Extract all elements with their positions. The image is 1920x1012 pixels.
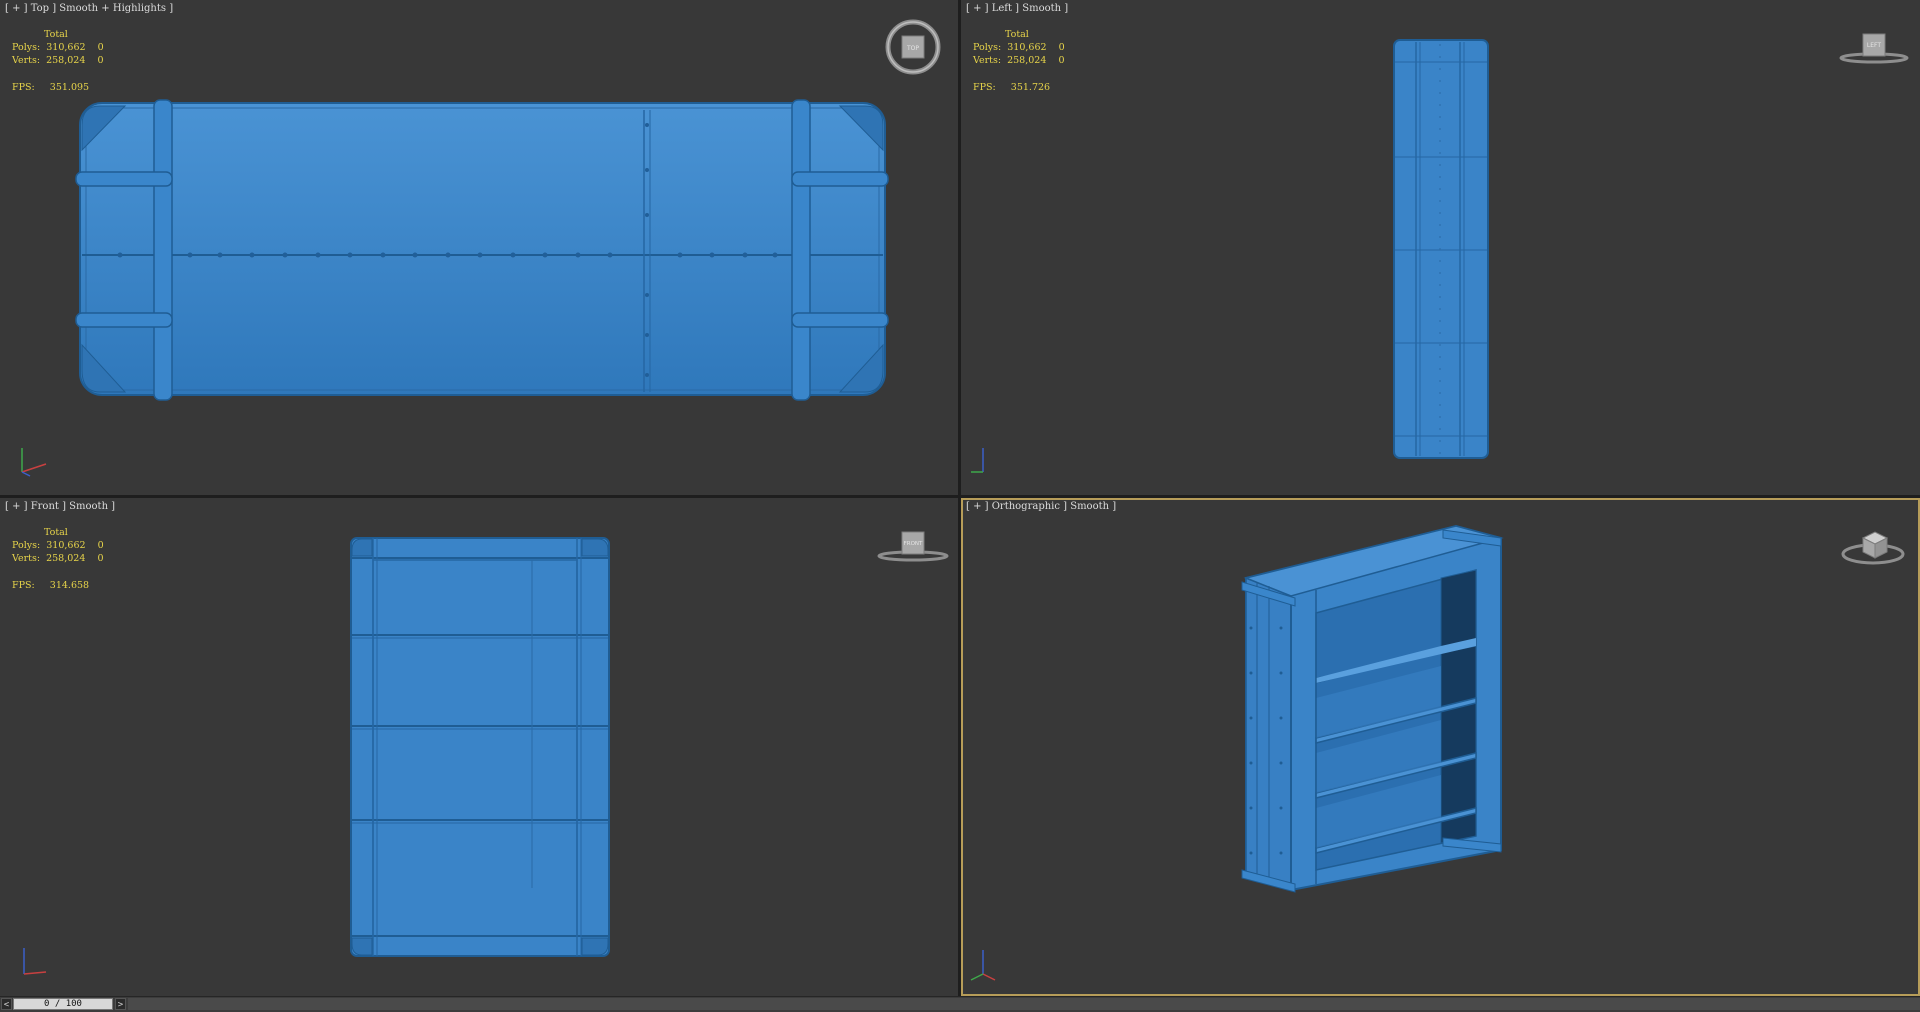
axis-tripod-icon	[970, 950, 996, 981]
viewport-front[interactable]: [ + ] Front ] Smooth ] Total Polys: 310,…	[0, 498, 958, 996]
view-cube-icon[interactable]: TOP	[884, 18, 942, 76]
timeline-bar: < 0 / 100 >	[0, 996, 1920, 1012]
viewport-top[interactable]: [ + ] Top ] Smooth + Highlights ] Total …	[0, 0, 958, 495]
axis-tripod-icon	[21, 448, 47, 477]
view-cube-label: LEFT	[1867, 42, 1881, 49]
axis-tripod-icon	[971, 448, 984, 473]
axis-tripod-icon	[23, 948, 47, 975]
viewport-left[interactable]: [ + ] Left ] Smooth ] Total Polys: 310,6…	[961, 0, 1920, 495]
view-cube-icon[interactable]	[1839, 524, 1907, 570]
timeline-track[interactable]	[128, 998, 1920, 1010]
view-cube-label: FRONT	[904, 541, 923, 547]
timeline-prev-button[interactable]: <	[1, 998, 12, 1010]
bookcase-front-view	[350, 537, 610, 957]
bookcase-left-view	[1393, 39, 1489, 459]
timeline-next-button[interactable]: >	[115, 998, 126, 1010]
bookcase-top-view	[75, 99, 889, 401]
view-cube-icon[interactable]: LEFT	[1839, 28, 1909, 68]
bookcase-orthographic-view	[1241, 524, 1504, 893]
viewport-orthographic[interactable]: [ + ] Orthographic ] Smooth ]	[961, 498, 1920, 996]
view-cube-icon[interactable]: FRONT	[877, 526, 949, 566]
time-slider[interactable]: 0 / 100	[13, 998, 113, 1010]
view-cube-label: TOP	[906, 45, 919, 52]
viewport-grid: [ + ] Top ] Smooth + Highlights ] Total …	[0, 0, 1920, 996]
